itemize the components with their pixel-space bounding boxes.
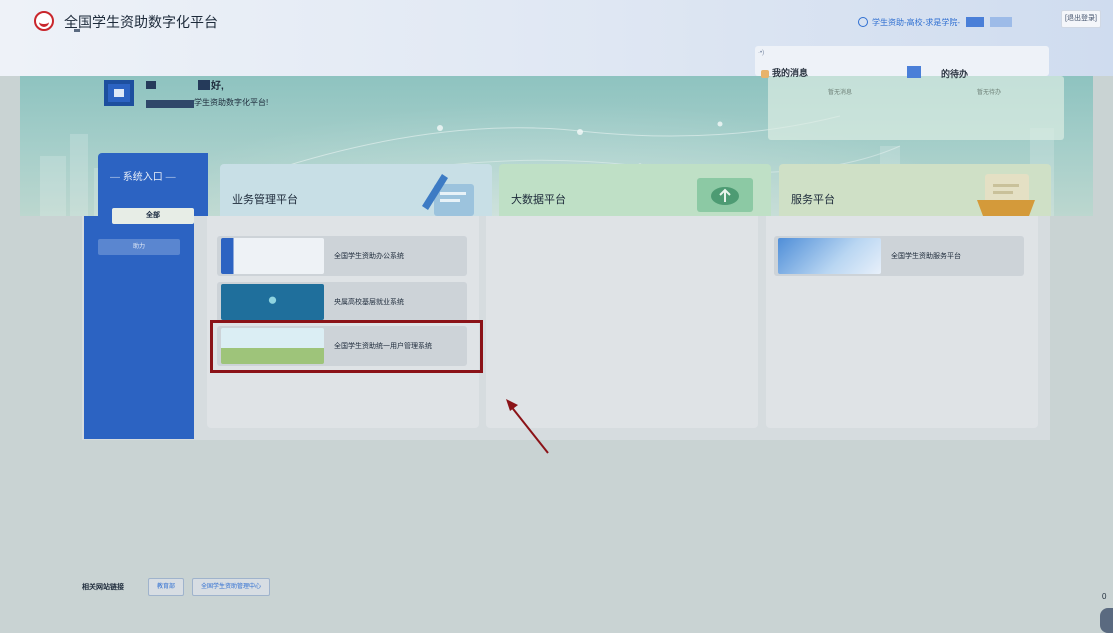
- sidebar-tab-all[interactable]: 全部: [112, 208, 194, 224]
- category-business-management[interactable]: 业务管理平台: [220, 164, 492, 216]
- location-icon: [858, 17, 868, 27]
- system-thumbnail: [221, 284, 324, 320]
- user-info[interactable]: 学生资助-高校-求是学院-: [858, 14, 1012, 30]
- user-role-redacted: [990, 17, 1012, 27]
- sidebar-title: — 系统入口 —: [110, 168, 176, 183]
- my-todo-title[interactable]: 的待办: [941, 67, 968, 80]
- system-card-service-platform[interactable]: 全国学生资助服务平台: [774, 236, 1024, 276]
- category-service[interactable]: 服务平台: [779, 164, 1051, 216]
- platform-logo-icon[interactable]: [34, 11, 54, 31]
- link-student-aid-center[interactable]: 全国学生资助管理中心: [192, 578, 271, 596]
- edge-dot: 0: [1102, 592, 1107, 601]
- system-label: 全国学生资助服务平台: [891, 253, 961, 260]
- system-card-employment[interactable]: 央属高校基层就业系统: [217, 282, 467, 322]
- messages-empty-text: 暂无消息: [828, 90, 853, 96]
- link-ministry-education[interactable]: 教育部: [148, 578, 185, 596]
- floating-widget[interactable]: [1100, 608, 1113, 633]
- my-messages-title[interactable]: 我的消息: [772, 66, 808, 79]
- system-card-office[interactable]: 全国学生资助办公系统: [217, 236, 467, 276]
- sidebar-title-text: 系统入口: [122, 172, 163, 183]
- welcome-redacted: [146, 100, 194, 108]
- links-label: 相关网站链接: [82, 584, 124, 591]
- system-thumbnail: [778, 238, 881, 274]
- annotation-arrow-icon: [506, 399, 549, 454]
- app-title[interactable]: 全国学生资助数字化平台: [64, 12, 218, 32]
- welcome-text: 学生资助数字化平台!: [194, 98, 269, 107]
- cloud-upload-icon: [697, 178, 753, 212]
- sidebar-top: [98, 153, 208, 216]
- message-icon: [761, 70, 769, 78]
- user-name-redacted: [966, 17, 984, 27]
- service-systems-list: 全国学生资助服务平台: [766, 216, 1038, 428]
- todo-owner-redacted: [907, 66, 921, 78]
- title-decoration: [74, 29, 80, 32]
- category-label: 业务管理平台: [232, 194, 298, 206]
- greeting-redacted: [146, 81, 156, 89]
- category-label: 服务平台: [791, 194, 835, 206]
- system-thumbnail: [221, 238, 324, 274]
- logout-button[interactable]: [退出登录]: [1061, 10, 1101, 28]
- avatar: [104, 80, 134, 106]
- message-panel-tag: ·•): [758, 50, 765, 56]
- title-dash-left: —: [110, 172, 123, 183]
- category-label: 大数据平台: [511, 194, 566, 206]
- user-org: 学生资助-高校-求是学院-: [872, 17, 960, 27]
- greeting-redacted: [198, 80, 210, 90]
- system-label: 全国学生资助办公系统: [334, 253, 404, 260]
- sidebar-tab-assist[interactable]: 助力: [98, 239, 180, 255]
- title-dash-right: —: [165, 172, 176, 183]
- system-label: 央属高校基层就业系统: [334, 299, 404, 306]
- todo-empty-text: 暂无待办: [977, 90, 1002, 96]
- document-pen-icon: [422, 174, 474, 216]
- category-big-data[interactable]: 大数据平台: [499, 164, 771, 216]
- greeting-text: 好,: [211, 81, 224, 92]
- message-card: [768, 76, 1064, 140]
- annotation-highlight-box: [210, 320, 483, 373]
- related-links: 相关网站链接 教育部 全国学生资助管理中心: [82, 578, 278, 596]
- folder-document-icon: [977, 174, 1035, 216]
